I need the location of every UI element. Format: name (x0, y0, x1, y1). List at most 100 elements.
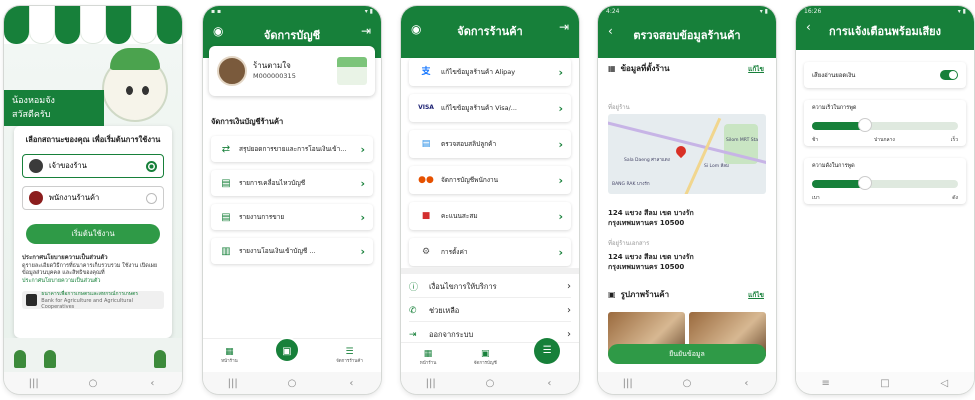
menu-sales-summary[interactable]: ⇄ สรุปยอดการขายและการโอนเงินเข้า... › (211, 136, 373, 162)
chevron-right-icon: › (360, 244, 365, 258)
photo-icon: ▣ (608, 290, 616, 299)
volume-slider-block: ความดังในการพูด เบา ดัง (804, 158, 966, 204)
shop-card[interactable]: ร้านตามใจ M000000315 (209, 46, 375, 96)
info-icon: ⓘ (409, 283, 419, 293)
back-icon[interactable]: ‹ (336, 378, 366, 389)
android-nav-bar: ||| ○ ‹ (4, 372, 182, 394)
chevron-right-icon: › (360, 210, 365, 224)
link-help[interactable]: ✆ ช่วยเหลือ › (409, 300, 571, 322)
store-map[interactable]: Sala Daeng ศาลาแดง Si Lom สีลม Silom MRT… (608, 114, 766, 194)
radio-selected-icon[interactable] (146, 160, 157, 172)
tab-storefront[interactable]: ▦ หน้าร้าน (420, 349, 437, 366)
back-icon[interactable]: ‹ (137, 378, 167, 389)
edit-photos-link[interactable]: แก้ไข (748, 290, 764, 300)
speed-slider[interactable] (812, 118, 958, 132)
logout-icon: ⇥ (409, 329, 417, 340)
transfer-icon: ⇄ (221, 143, 231, 155)
bottom-tab-bar: ▦ หน้าร้าน ▣ ☰ จัดการร้านค้า (203, 336, 381, 372)
menu-check-slip[interactable]: ▤ ตรวจสอบสลิปลูกค้า › (409, 130, 571, 158)
radio-empty-icon[interactable] (146, 192, 157, 204)
wallet-icon: ▣ (282, 345, 292, 357)
menu-reward-points[interactable]: ■ คะแนนสะสม › (409, 202, 571, 230)
recent-apps-icon[interactable]: ||| (19, 378, 49, 389)
read-amount-toggle[interactable] (940, 70, 958, 80)
chevron-right-icon: › (558, 65, 563, 79)
mascot-image (102, 48, 168, 122)
chevron-right-icon: › (558, 209, 563, 223)
tab-storefront[interactable]: ▦ หน้าร้าน (221, 347, 238, 364)
edit-location-link[interactable]: แก้ไข (748, 64, 764, 74)
menu-staff-accounts[interactable]: ●● จัดการบัญชีพนักงาน › (409, 166, 571, 194)
menu-sales-report[interactable]: ▤ รายงานการขาย › (211, 204, 373, 230)
app-header: 4:24 ▾ ▮ ‹ ตรวจสอบข้อมูลร้านค้า (598, 6, 776, 58)
back-icon[interactable]: ‹ (731, 378, 761, 389)
confirm-button[interactable]: ยืนยันข้อมูล (608, 344, 766, 364)
phone-sound-notification: 16:26 ▾ ▮ ‹ การแจ้งเตือนพร้อมเสียง เสียงอ… (796, 6, 974, 394)
plant-icon (44, 350, 56, 368)
role-option-staff[interactable]: พนักงานร้านค้า (22, 186, 164, 210)
greeting-banner: น้องหอมจัง สวัสดีครับ (4, 90, 104, 126)
menu-transfer-report[interactable]: ▥ รายงานโอนเงินเข้าบัญชี ... › (211, 238, 373, 264)
home-icon[interactable]: □ (870, 378, 900, 389)
awning (4, 6, 182, 44)
home-icon[interactable]: ○ (78, 378, 108, 389)
menu-settings[interactable]: ⚙ การตั้งค่า › (409, 238, 571, 266)
doc-address: 124 แขวง สีลม เขต บางรัก กรุงเทพมหานคร 10… (608, 253, 694, 271)
tab-store-management[interactable]: ☰ จัดการร้านค้า (336, 347, 363, 364)
bar-chart-icon: ▥ (221, 245, 231, 257)
tab-account[interactable]: ▣ จัดการบัญชี (474, 349, 497, 366)
privacy-notice: ประกาศนโยบายความเป็นส่วนตัว ดูรายละเอียด… (22, 254, 158, 284)
chevron-right-icon: › (360, 142, 365, 156)
page-title: จัดการบัญชี (263, 29, 321, 42)
phone-store-info-review: 4:24 ▾ ▮ ‹ ตรวจสอบข้อมูลร้านค้า ▦ ข้อมูลที… (598, 6, 776, 394)
role-card: เลือกสถานะของคุณ เพื่อเริ่มต้นการใช้งาน … (14, 126, 172, 338)
list-icon: ☰ (345, 347, 354, 357)
chevron-right-icon: › (567, 329, 571, 340)
owner-avatar-icon (29, 159, 43, 173)
menu-edit-visa[interactable]: VISA แก้ไขข้อมูลร้านค้า Visa/... › (409, 94, 571, 122)
page-title: การแจ้งเตือนพร้อมเสียง (829, 25, 941, 38)
tab-account-fab[interactable]: ▣ (273, 336, 300, 363)
tab-store-management-fab[interactable]: ☰ (534, 337, 561, 364)
back-icon[interactable]: ◁ (929, 378, 959, 389)
android-nav-bar: ||| ○ ‹ (401, 372, 579, 394)
chevron-right-icon: › (567, 305, 571, 316)
menu-edit-alipay[interactable]: 支แก้ไขข้อมูลร้านค้า Alipay › (409, 58, 571, 86)
link-terms[interactable]: ⓘ เงื่อนไขการให้บริการ › (409, 276, 571, 298)
volume-slider[interactable] (812, 176, 958, 190)
logout-icon[interactable]: ⇥ (361, 24, 371, 38)
menu-icon[interactable]: ≡ (811, 378, 841, 389)
menu-account-statement[interactable]: ▤ รายการเคลื่อนไหวบัญชี › (211, 170, 373, 196)
recent-apps-icon[interactable]: ||| (218, 378, 248, 389)
speed-slider-handle[interactable] (857, 118, 872, 132)
doc-address-label: ที่อยู่ร้านเอกสาร (608, 240, 650, 247)
location-label: ที่อยู่ร้าน (608, 104, 630, 111)
page-title: จัดการร้านค้า (457, 25, 523, 38)
phone-role-selection: น้องหอมจัง สวัสดีครับ เลือกสถานะของคุณ เ… (4, 6, 182, 394)
android-nav-bar: ||| ○ ‹ (598, 372, 776, 394)
role-option-owner[interactable]: เจ้าของร้าน (22, 154, 164, 178)
home-icon[interactable]: ○ (475, 378, 505, 389)
chevron-right-icon: › (558, 173, 563, 187)
list-icon: ☰ (542, 344, 552, 356)
chevron-right-icon: › (360, 176, 365, 190)
recent-apps-icon[interactable]: ||| (416, 378, 446, 389)
store-icon: ▦ (608, 64, 616, 73)
recent-apps-icon[interactable]: ||| (613, 378, 643, 389)
staff-avatar-icon (29, 191, 43, 205)
back-icon[interactable]: ‹ (534, 378, 564, 389)
bottom-tab-bar: ▦ หน้าร้าน ▣ จัดการบัญชี ☰ (401, 337, 579, 372)
volume-slider-handle[interactable] (857, 176, 872, 190)
app-header: ◉ จัดการร้านค้า ⇥ (401, 6, 579, 58)
home-icon[interactable]: ○ (277, 378, 307, 389)
chevron-right-icon: › (567, 281, 571, 292)
home-icon[interactable]: ○ (672, 378, 702, 389)
logout-icon[interactable]: ⇥ (559, 20, 569, 34)
section-title: จัดการเงินบัญชีร้านค้า (211, 117, 284, 126)
role-question: เลือกสถานะของคุณ เพื่อเริ่มต้นการใช้งาน (25, 135, 161, 144)
map-pin-icon (673, 143, 689, 159)
privacy-link[interactable]: ประกาศนโยบายความเป็นส่วนตัว (22, 278, 101, 284)
start-button[interactable]: เริ่มต้นใช้งาน (26, 224, 160, 244)
phone-store-management: ◉ จัดการร้านค้า ⇥ 支แก้ไขข้อมูลร้านค้า Al… (401, 6, 579, 394)
android-nav-bar: ≡ □ ◁ (796, 372, 974, 394)
